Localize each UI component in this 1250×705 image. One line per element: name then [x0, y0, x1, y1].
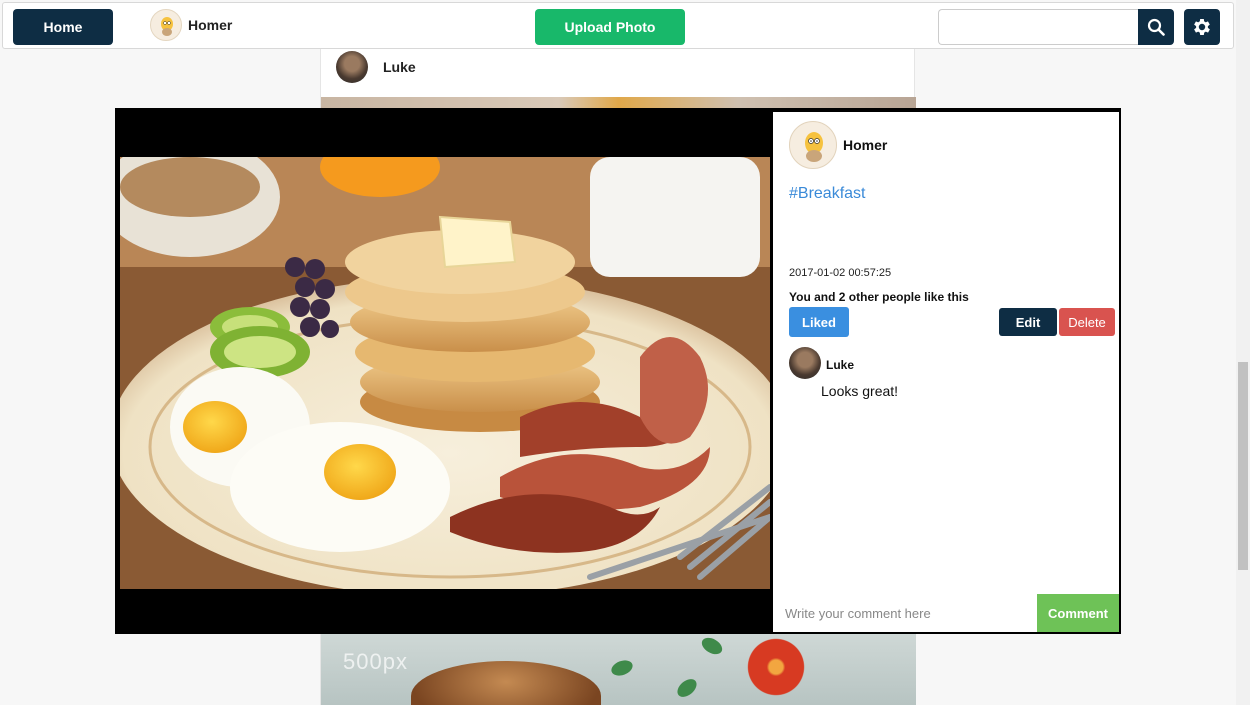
comment-button[interactable]: Comment: [1037, 594, 1119, 632]
scrollbar-thumb[interactable]: [1238, 362, 1248, 570]
search-input[interactable]: [938, 9, 1139, 45]
nav-user-name[interactable]: Homer: [188, 17, 232, 33]
feed-photo[interactable]: 500px: [321, 633, 916, 705]
delete-button[interactable]: Delete: [1059, 308, 1115, 336]
toast-image: [411, 661, 601, 705]
avatar[interactable]: [789, 347, 821, 379]
like-summary: You and 2 other people like this: [789, 290, 969, 304]
homer-avatar-icon: [161, 17, 173, 36]
edit-button[interactable]: Edit: [999, 308, 1057, 336]
leaf-image: [609, 657, 635, 679]
scrollbar-track[interactable]: [1236, 0, 1250, 705]
breakfast-photo: [120, 157, 770, 589]
leaf-image: [674, 675, 700, 701]
hashtag-link[interactable]: #Breakfast: [789, 185, 865, 203]
flower-image: [741, 637, 811, 697]
settings-button[interactable]: [1184, 9, 1220, 45]
avatar[interactable]: [789, 121, 837, 169]
home-button[interactable]: Home: [13, 9, 113, 45]
comment-text: Looks great!: [821, 383, 899, 399]
upload-photo-button[interactable]: Upload Photo: [535, 9, 685, 45]
search-icon: [1147, 18, 1165, 36]
breakfast-photo-art: [120, 157, 770, 589]
homer-avatar-icon: [805, 132, 823, 162]
liked-button[interactable]: Liked: [789, 307, 849, 337]
post-user-name[interactable]: Luke: [383, 59, 416, 75]
avatar[interactable]: [336, 51, 368, 83]
photo-details-panel: Homer #Breakfast 2017-01-02 00:57:25 You…: [773, 112, 1119, 632]
avatar[interactable]: [150, 9, 182, 41]
timestamp: 2017-01-02 00:57:25: [789, 267, 892, 279]
leaf-image: [698, 634, 726, 658]
photo-modal: Homer #Breakfast 2017-01-02 00:57:25 You…: [115, 108, 1121, 634]
watermark: 500px: [343, 649, 408, 674]
gear-icon: [1194, 19, 1210, 35]
photo-owner-name[interactable]: Homer: [843, 137, 887, 153]
search-button[interactable]: [1138, 9, 1174, 45]
comment-input[interactable]: [773, 594, 1037, 632]
comment-user[interactable]: Luke: [826, 358, 854, 372]
top-navbar: Home Homer Upload Photo: [2, 2, 1234, 49]
